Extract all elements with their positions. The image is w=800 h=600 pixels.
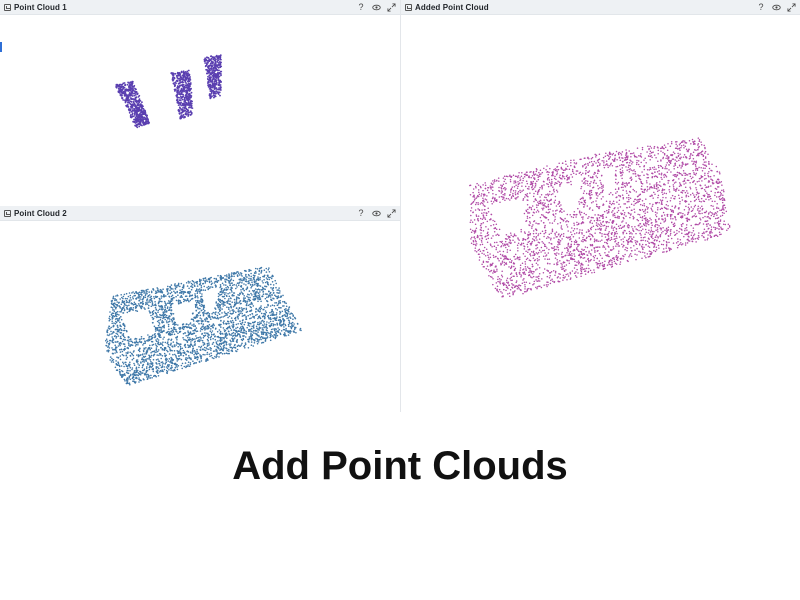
help-button[interactable]: ? bbox=[356, 208, 366, 218]
panel-title: Point Cloud 2 bbox=[14, 208, 67, 218]
panel-title: Added Point Cloud bbox=[415, 2, 489, 12]
point-cloud-1-panel: Point Cloud 1 ? bbox=[0, 0, 400, 206]
point-cloud-2-viewport[interactable] bbox=[0, 221, 400, 412]
panel-divider bbox=[400, 0, 401, 412]
point-cloud-2-panel: Point Cloud 2 ? bbox=[0, 206, 400, 412]
panel-header: Point Cloud 1 ? bbox=[0, 0, 400, 15]
help-button[interactable]: ? bbox=[356, 2, 366, 12]
point-cloud-1-viewport[interactable] bbox=[0, 15, 400, 206]
panel-icon bbox=[4, 209, 11, 217]
expand-icon[interactable] bbox=[386, 2, 396, 12]
selection-indicator bbox=[0, 42, 2, 52]
panel-header: Added Point Cloud ? bbox=[401, 0, 800, 15]
added-point-cloud-render bbox=[469, 137, 731, 298]
eye-icon[interactable] bbox=[771, 2, 781, 12]
panel-header: Point Cloud 2 ? bbox=[0, 206, 400, 221]
added-point-cloud-viewport[interactable] bbox=[401, 15, 800, 412]
expand-icon[interactable] bbox=[786, 2, 796, 12]
panel-icon bbox=[405, 3, 412, 11]
eye-icon[interactable] bbox=[371, 2, 381, 12]
panel-icon bbox=[4, 3, 11, 11]
caption: Add Point Clouds bbox=[232, 444, 568, 488]
help-button[interactable]: ? bbox=[756, 2, 766, 12]
added-point-cloud-panel: Added Point Cloud ? bbox=[401, 0, 800, 412]
point-cloud-2-render bbox=[105, 266, 302, 386]
point-cloud-1-render bbox=[115, 54, 223, 129]
expand-icon[interactable] bbox=[386, 208, 396, 218]
panel-title: Point Cloud 1 bbox=[14, 2, 67, 12]
eye-icon[interactable] bbox=[371, 208, 381, 218]
